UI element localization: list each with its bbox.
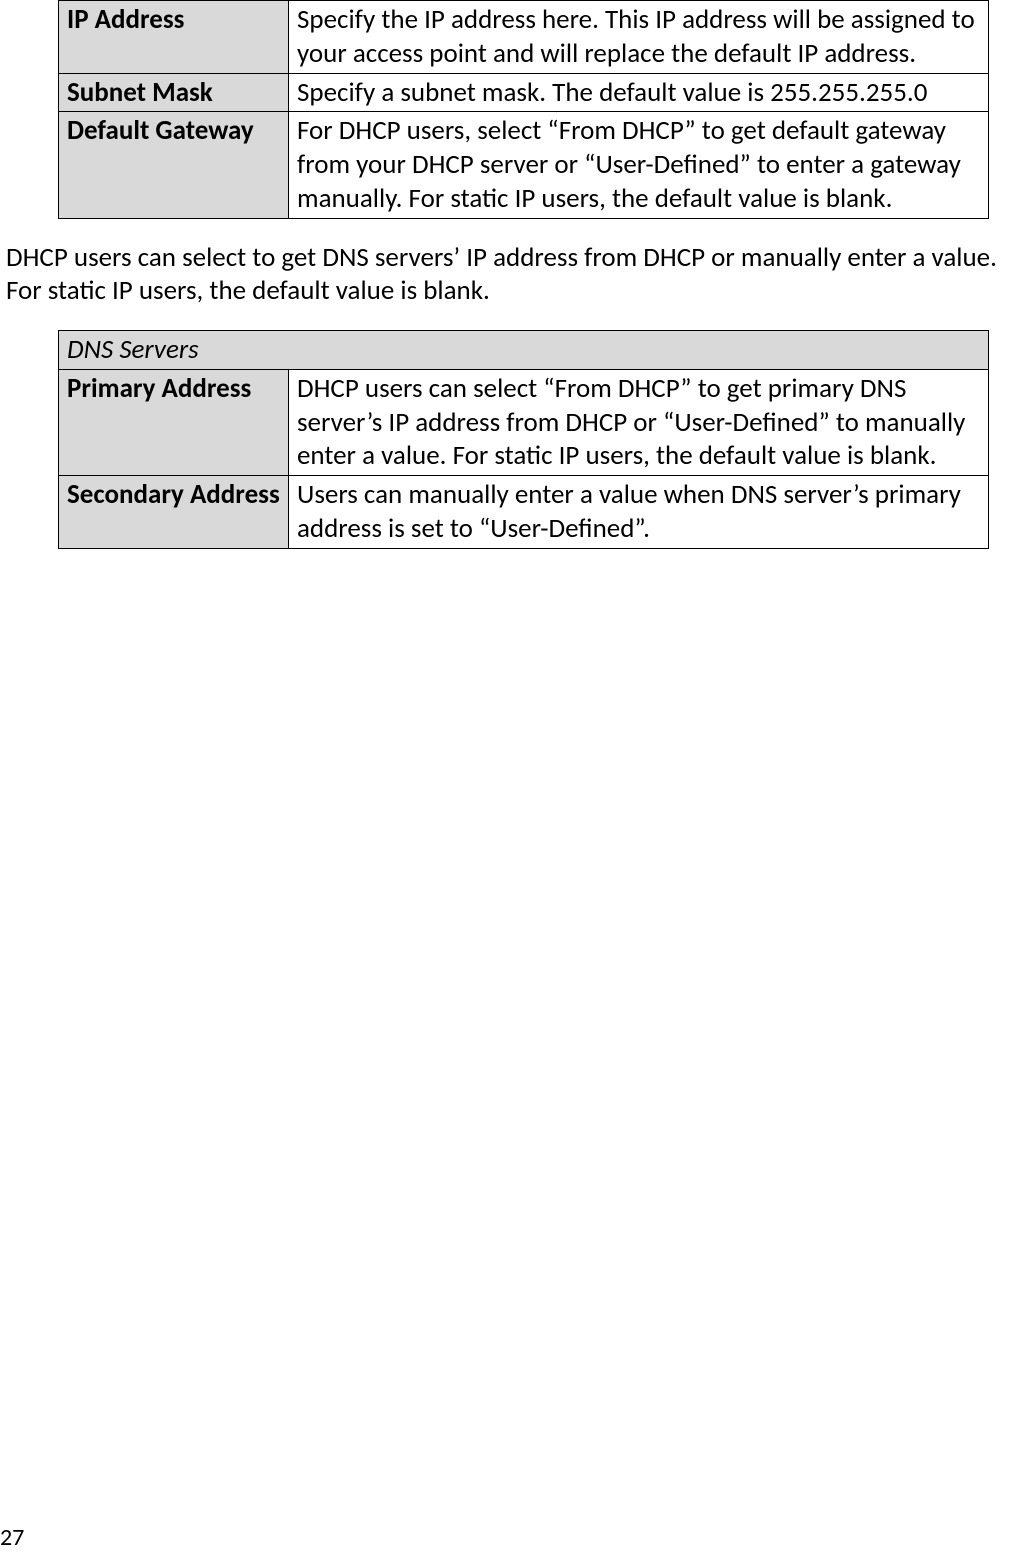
table-row: Primary Address DHCP users can select “F…: [59, 369, 989, 475]
content: IP Address Specify the IP address here. …: [0, 0, 1032, 549]
table-row: Secondary Address Users can manually ent…: [59, 476, 989, 549]
row-desc-ip-address: Specify the IP address here. This IP add…: [289, 1, 989, 74]
dns-servers-header: DNS Servers: [59, 331, 989, 370]
lan-settings-table: IP Address Specify the IP address here. …: [58, 0, 989, 219]
dns-servers-table: DNS Servers Primary Address DHCP users c…: [58, 330, 989, 549]
page: IP Address Specify the IP address here. …: [0, 0, 1032, 1568]
row-label-primary-address: Primary Address: [59, 369, 289, 475]
row-label-ip-address: IP Address: [59, 1, 289, 74]
table-row: DNS Servers: [59, 331, 989, 370]
row-label-default-gateway: Default Gateway: [59, 112, 289, 218]
table-row: IP Address Specify the IP address here. …: [59, 1, 989, 74]
row-desc-secondary-address: Users can manually enter a value when DN…: [289, 476, 989, 549]
row-desc-default-gateway: For DHCP users, select “From DHCP” to ge…: [289, 112, 989, 218]
row-desc-primary-address: DHCP users can select “From DHCP” to get…: [289, 369, 989, 475]
table-row: Default Gateway For DHCP users, select “…: [59, 112, 989, 218]
row-label-secondary-address: Secondary Address: [59, 476, 289, 549]
page-number: 27: [0, 1523, 24, 1553]
body-paragraph-dns: DHCP users can select to get DNS servers…: [6, 241, 1024, 309]
row-label-subnet-mask: Subnet Mask: [59, 73, 289, 112]
row-desc-subnet-mask: Specify a subnet mask. The default value…: [289, 73, 989, 112]
table-row: Subnet Mask Specify a subnet mask. The d…: [59, 73, 989, 112]
